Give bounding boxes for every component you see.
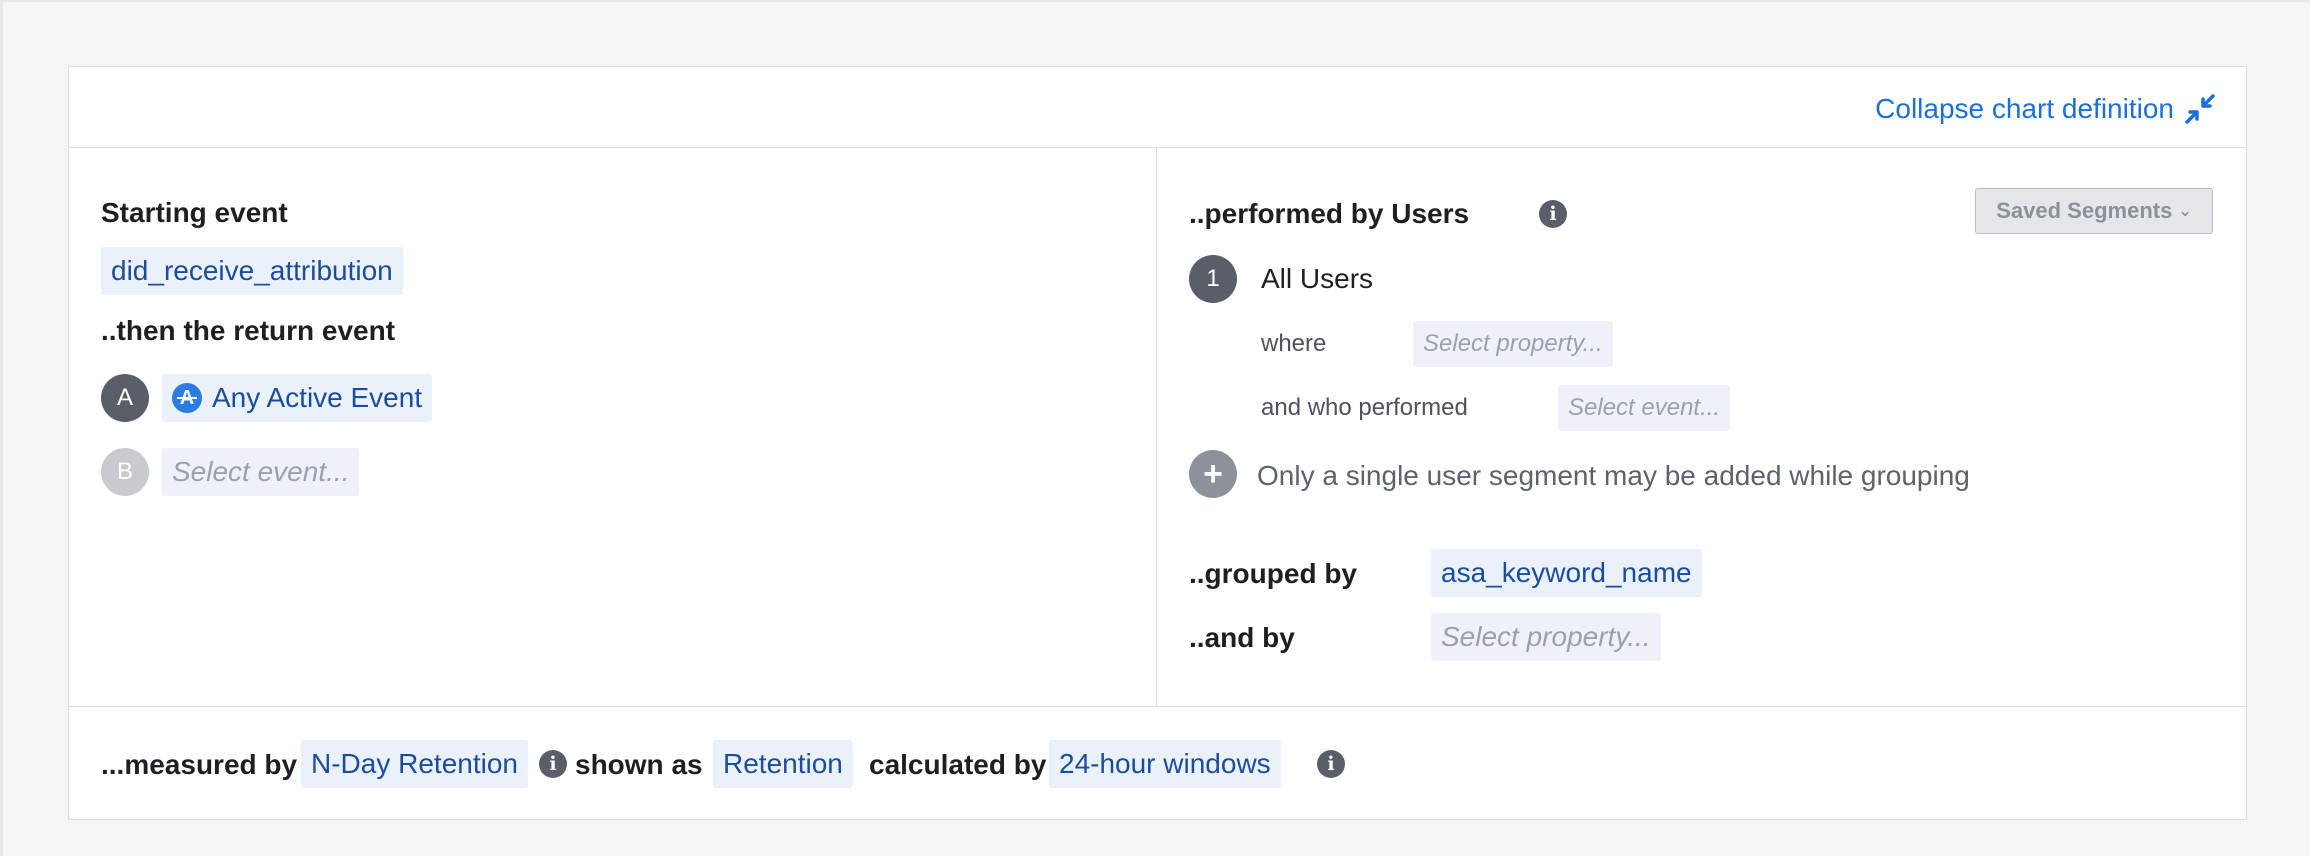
info-icon[interactable]: i bbox=[539, 750, 567, 778]
return-event-a-label: Any Active Event bbox=[212, 382, 423, 413]
return-event-a-chip[interactable]: A Any Active Event bbox=[162, 374, 433, 422]
and-by-property-select[interactable]: Select property... bbox=[1431, 613, 1661, 661]
page-top-border bbox=[0, 0, 2310, 2]
info-icon[interactable]: i bbox=[1317, 750, 1345, 778]
performed-by-label: ..performed by Users bbox=[1189, 198, 1470, 229]
return-event-b-select[interactable]: Select event... bbox=[162, 448, 360, 496]
collapse-arrows-icon bbox=[2185, 94, 2215, 124]
measurement-bar: ...measured by N-Day Retention i shown a… bbox=[69, 706, 2246, 820]
page-left-border bbox=[0, 0, 3, 856]
saved-segments-label: Saved Segments bbox=[1996, 198, 2173, 223]
chart-definition-panel: Collapse chart definition Starting event… bbox=[68, 66, 2247, 820]
starting-event-label: Starting event bbox=[101, 197, 288, 228]
measured-by-chip[interactable]: N-Day Retention bbox=[301, 740, 528, 788]
segments-pane: ..performed by Users i Saved Segments ⌄ … bbox=[1157, 148, 2247, 706]
and-by-label: ..and by bbox=[1189, 622, 1295, 653]
collapse-chart-definition-button[interactable]: Collapse chart definition bbox=[1875, 93, 2216, 125]
event-badge-b: B bbox=[101, 448, 149, 496]
measured-by-label: ...measured by bbox=[101, 749, 298, 780]
chart-definition-header: Collapse chart definition bbox=[69, 67, 2246, 148]
add-segment-note: Only a single user segment may be added … bbox=[1257, 460, 1970, 491]
segment-number-badge: 1 bbox=[1189, 255, 1237, 303]
return-event-label: ..then the return event bbox=[101, 315, 396, 346]
event-badge-a: A bbox=[101, 374, 149, 422]
calculated-by-chip[interactable]: 24-hour windows bbox=[1049, 740, 1281, 788]
shown-as-chip[interactable]: Retention bbox=[713, 740, 853, 788]
collapse-label: Collapse chart definition bbox=[1875, 93, 2174, 124]
grouped-by-label: ..grouped by bbox=[1189, 558, 1357, 589]
who-performed-event-select[interactable]: Select event... bbox=[1558, 385, 1731, 431]
chevron-down-icon: ⌄ bbox=[2178, 203, 2192, 220]
where-label: where bbox=[1261, 330, 1327, 357]
grouped-by-chip[interactable]: asa_keyword_name bbox=[1431, 549, 1702, 597]
segment-name[interactable]: All Users bbox=[1261, 263, 1373, 295]
where-property-select[interactable]: Select property... bbox=[1413, 321, 1613, 367]
who-performed-label: and who performed bbox=[1261, 394, 1468, 421]
saved-segments-button[interactable]: Saved Segments ⌄ bbox=[1975, 188, 2213, 234]
calculated-by-label: calculated by bbox=[869, 749, 1047, 780]
events-pane: Starting event did_receive_attribution .… bbox=[69, 148, 1157, 706]
info-icon[interactable]: i bbox=[1539, 200, 1567, 228]
add-segment-button[interactable]: + bbox=[1189, 450, 1237, 498]
starting-event-chip[interactable]: did_receive_attribution bbox=[101, 247, 403, 295]
any-active-event-icon: A bbox=[172, 383, 202, 413]
shown-as-label: shown as bbox=[575, 749, 703, 780]
